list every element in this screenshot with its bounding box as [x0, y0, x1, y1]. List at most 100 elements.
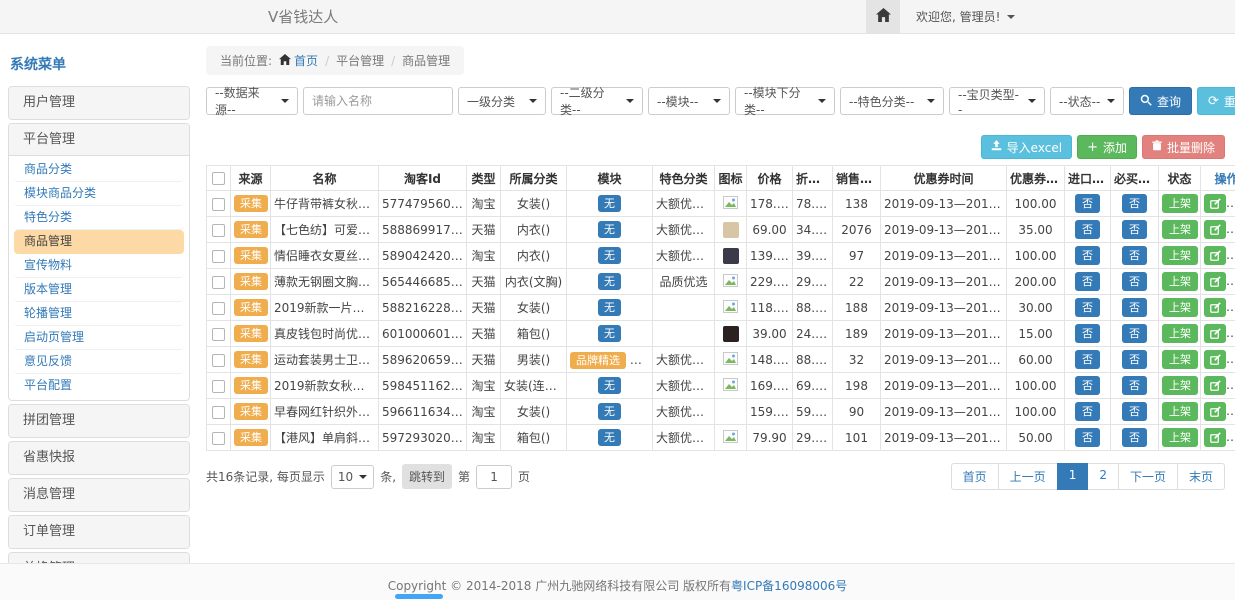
sidebar-item-特色分类[interactable]: 特色分类: [14, 206, 184, 230]
status-toggle[interactable]: 上架: [1162, 428, 1198, 447]
imported-toggle[interactable]: 否: [1075, 324, 1100, 343]
status-toggle[interactable]: 上架: [1162, 402, 1198, 421]
page-button-1[interactable]: 1: [1057, 463, 1089, 490]
sidebar-section-拼团管理[interactable]: 拼团管理: [9, 405, 189, 437]
status-toggle[interactable]: 上架: [1162, 220, 1198, 239]
filter-select-data-source[interactable]: --数据来源--: [206, 87, 298, 115]
sidebar-item-模块商品分类[interactable]: 模块商品分类: [14, 182, 184, 206]
edit-button[interactable]: [1204, 220, 1226, 239]
sidebar-item-意见反馈[interactable]: 意见反馈: [14, 350, 184, 374]
sidebar-section-订单管理[interactable]: 订单管理: [9, 516, 189, 548]
horizontal-scrollbar-thumb[interactable]: [395, 594, 443, 599]
sidebar-section-平台管理[interactable]: 平台管理: [9, 124, 189, 156]
edit-button[interactable]: [1204, 298, 1226, 317]
edit-button[interactable]: [1204, 376, 1226, 395]
sidebar-item-商品管理[interactable]: 商品管理: [14, 230, 184, 254]
sidebar-item-平台配置[interactable]: 平台配置: [14, 374, 184, 398]
jump-page-input[interactable]: [476, 465, 512, 489]
jump-button[interactable]: 跳转到: [402, 464, 452, 489]
filter-select-宝贝类型[interactable]: --宝贝类型--: [949, 87, 1045, 115]
filter-select-特色分类[interactable]: --特色分类--: [840, 87, 944, 115]
imported-toggle[interactable]: 否: [1075, 350, 1100, 369]
status-toggle[interactable]: 上架: [1162, 246, 1198, 265]
must-buy-toggle[interactable]: 否: [1122, 298, 1147, 317]
status-toggle[interactable]: 上架: [1162, 350, 1198, 369]
page-button-末页[interactable]: 末页: [1177, 463, 1225, 490]
icp-link[interactable]: 粤ICP备16098006号: [731, 579, 847, 593]
row-checkbox[interactable]: [212, 328, 225, 341]
row-checkbox[interactable]: [212, 380, 225, 393]
must-buy-toggle[interactable]: 否: [1122, 428, 1147, 447]
imported-toggle[interactable]: 否: [1075, 220, 1100, 239]
page-button-首页[interactable]: 首页: [951, 463, 999, 490]
filter-select-状态[interactable]: --状态--: [1050, 87, 1124, 115]
row-checkbox[interactable]: [212, 198, 225, 211]
filter-select-一级分类[interactable]: 一级分类: [458, 87, 546, 115]
sidebar-item-轮播管理[interactable]: 轮播管理: [14, 302, 184, 326]
edit-button[interactable]: [1204, 194, 1226, 213]
sidebar-item-启动页管理[interactable]: 启动页管理: [14, 326, 184, 350]
status-toggle[interactable]: 上架: [1162, 324, 1198, 343]
edit-button[interactable]: [1204, 272, 1226, 291]
sidebar-section-消息管理[interactable]: 消息管理: [9, 479, 189, 511]
row-checkbox[interactable]: [212, 250, 225, 263]
imported-toggle[interactable]: 否: [1075, 272, 1100, 291]
imported-toggle[interactable]: 否: [1075, 194, 1100, 213]
reset-button[interactable]: ⟳ 重置: [1197, 87, 1235, 115]
name-search-input[interactable]: [303, 87, 453, 115]
must-buy-toggle[interactable]: 否: [1122, 350, 1147, 369]
status-toggle[interactable]: 上架: [1162, 298, 1198, 317]
must-buy-toggle[interactable]: 否: [1122, 376, 1147, 395]
search-button[interactable]: 查询: [1129, 87, 1192, 115]
module-badge: 无: [598, 377, 621, 394]
row-checkbox[interactable]: [212, 354, 225, 367]
must-buy-toggle[interactable]: 否: [1122, 194, 1147, 213]
imported-toggle[interactable]: 否: [1075, 376, 1100, 395]
edit-button[interactable]: [1204, 246, 1226, 265]
edit-button[interactable]: [1204, 428, 1226, 447]
edit-button[interactable]: [1204, 350, 1226, 369]
select-all-checkbox[interactable]: [212, 172, 225, 185]
sidebar-item-商品分类[interactable]: 商品分类: [14, 158, 184, 182]
per-page-select[interactable]: 10: [331, 465, 374, 489]
import-excel-button[interactable]: 导入excel: [981, 135, 1072, 159]
status-toggle[interactable]: 上架: [1162, 194, 1198, 213]
row-checkbox[interactable]: [212, 406, 225, 419]
status-toggle[interactable]: 上架: [1162, 376, 1198, 395]
must-buy-toggle[interactable]: 否: [1122, 402, 1147, 421]
sidebar-item-版本管理[interactable]: 版本管理: [14, 278, 184, 302]
user-menu[interactable]: 欢迎您, 管理员!: [916, 8, 1015, 25]
edit-button[interactable]: [1204, 324, 1226, 343]
must-buy-toggle[interactable]: 否: [1122, 324, 1147, 343]
caret-down-icon: [713, 99, 721, 103]
sidebar-section-用户管理[interactable]: 用户管理: [9, 87, 189, 119]
page-button-2[interactable]: 2: [1087, 463, 1119, 490]
must-buy-toggle[interactable]: 否: [1122, 272, 1147, 291]
row-checkbox[interactable]: [212, 432, 225, 445]
edit-button[interactable]: [1204, 402, 1226, 421]
must-buy-toggle[interactable]: 否: [1122, 220, 1147, 239]
home-button[interactable]: [866, 0, 900, 33]
filter-select-模块[interactable]: --模块--: [648, 87, 730, 115]
sidebar-section-省惠快报[interactable]: 省惠快报: [9, 442, 189, 474]
page-button-下一页[interactable]: 下一页: [1118, 463, 1178, 490]
breadcrumb-home-link[interactable]: 首页: [279, 52, 318, 69]
sidebar-item-宣传物料[interactable]: 宣传物料: [14, 254, 184, 278]
row-checkbox[interactable]: [212, 276, 225, 289]
row-checkbox[interactable]: [212, 224, 225, 237]
must-buy-toggle[interactable]: 否: [1122, 246, 1147, 265]
cell-coupon-time: 2019-09-13—2019-09-20: [881, 243, 1007, 269]
row-checkbox[interactable]: [212, 302, 225, 315]
batch-delete-button[interactable]: 批量删除: [1142, 135, 1225, 159]
imported-toggle[interactable]: 否: [1075, 428, 1100, 447]
filter-select-二级分类[interactable]: --二级分类--: [551, 87, 643, 115]
status-toggle[interactable]: 上架: [1162, 272, 1198, 291]
page-button-上一页[interactable]: 上一页: [998, 463, 1058, 490]
sidebar-menu: 用户管理平台管理商品分类模块商品分类特色分类商品管理宣传物料版本管理轮播管理启动…: [8, 86, 190, 600]
imported-toggle[interactable]: 否: [1075, 298, 1100, 317]
imported-toggle[interactable]: 否: [1075, 246, 1100, 265]
cell-feature: 大额优惠券: [653, 217, 715, 243]
imported-toggle[interactable]: 否: [1075, 402, 1100, 421]
filter-select-模块下分类[interactable]: --模块下分类--: [735, 87, 835, 115]
add-button[interactable]: + 添加: [1077, 135, 1137, 159]
